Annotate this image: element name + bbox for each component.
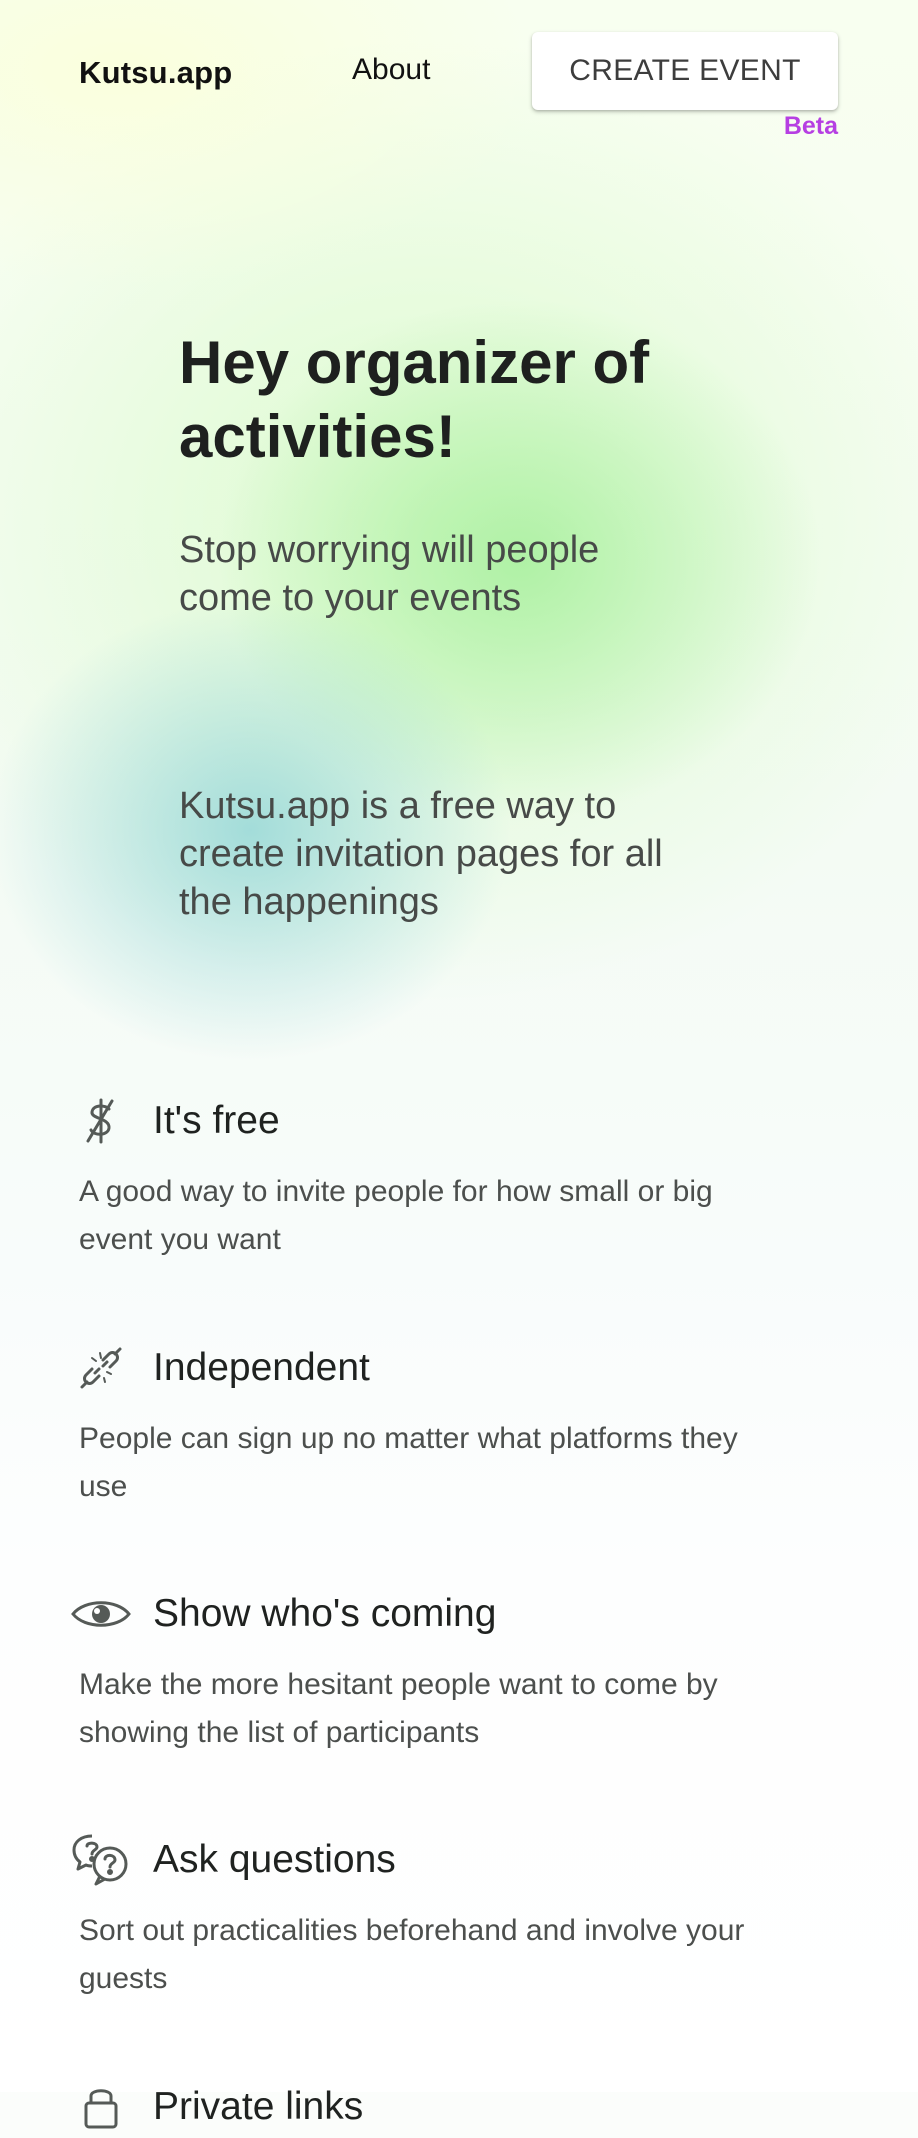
- hero-description: Kutsu.app is a free way to create invita…: [179, 785, 663, 923]
- lock-icon: [70, 2076, 132, 2138]
- feature-text: Sort out practicalities beforehand and i…: [79, 1914, 745, 1995]
- hero-gradient-background: [0, 0, 918, 2092]
- feature-title: Independent: [153, 1346, 370, 1389]
- nav-about-link[interactable]: About: [352, 53, 430, 87]
- feature-text: A good way to invite people for how smal…: [79, 1175, 713, 1256]
- site-header: Kutsu.app About CREATE EVENT Beta: [0, 0, 918, 150]
- no-dollar-icon: [70, 1090, 132, 1152]
- eye-icon: [70, 1583, 132, 1645]
- hero-title: Hey organizer of activities!: [179, 329, 650, 470]
- feature-text: People can sign up no matter what platfo…: [79, 1422, 738, 1503]
- feature-title: Show who's coming: [153, 1592, 497, 1635]
- create-event-button[interactable]: CREATE EVENT: [532, 32, 838, 110]
- question-bubbles-icon: [70, 1829, 132, 1891]
- logo-link[interactable]: Kutsu.app: [79, 55, 232, 91]
- hero-subtitle: Stop worrying will people come to your e…: [179, 529, 600, 619]
- broken-link-icon: [70, 1337, 132, 1399]
- feature-title: It's free: [153, 1099, 280, 1142]
- feature-title: Ask questions: [153, 1838, 396, 1881]
- beta-badge: Beta: [783, 112, 838, 140]
- feature-title: Private links: [153, 2085, 364, 2128]
- feature-text: Make the more hesitant people want to co…: [79, 1668, 718, 1749]
